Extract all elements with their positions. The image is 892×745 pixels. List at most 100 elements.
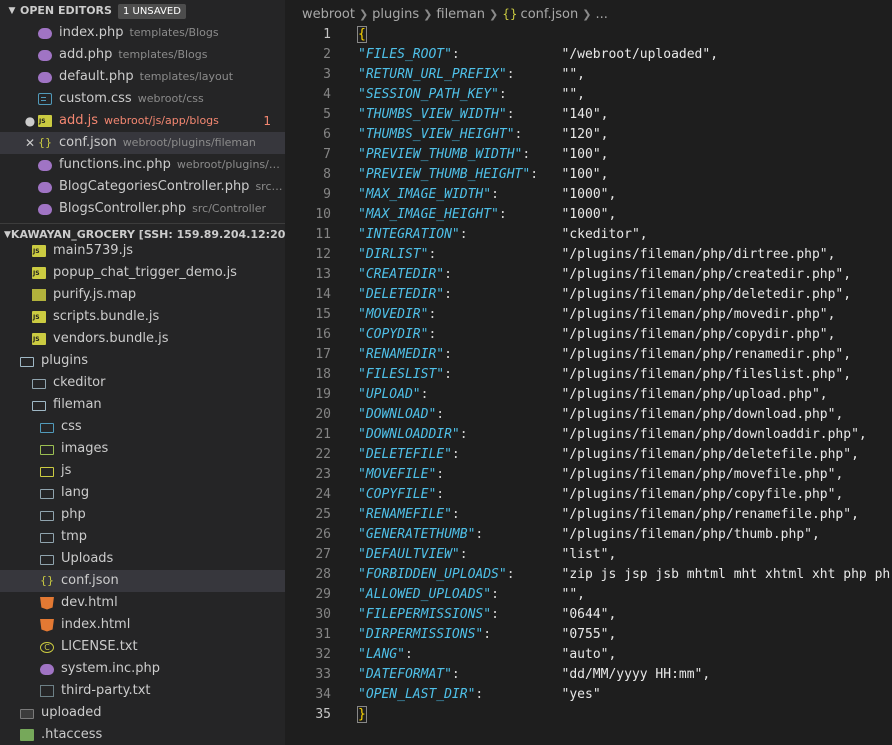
htaccess-icon bbox=[20, 729, 34, 741]
json-key: "COPYDIR" bbox=[358, 327, 429, 342]
code-text: "MAX_IMAGE_WIDTH": "1000", bbox=[358, 185, 616, 205]
json-key: "THUMBS_VIEW_WIDTH" bbox=[358, 107, 507, 122]
tree-file[interactable]: index.html bbox=[0, 614, 285, 636]
breadcrumb-segment[interactable]: plugins bbox=[372, 7, 419, 22]
php-icon bbox=[38, 204, 52, 215]
json-key: "LANG" bbox=[358, 647, 405, 662]
tree-folder[interactable]: uploaded bbox=[0, 702, 285, 724]
line-number: 27 bbox=[315, 547, 331, 562]
tree-folder[interactable]: tmp bbox=[0, 526, 285, 548]
colon: : bbox=[491, 587, 499, 602]
json-value: "/plugins/fileman/php/movedir.php", bbox=[561, 307, 836, 322]
tree-file[interactable]: third-party.txt bbox=[0, 680, 285, 702]
tree-item-label: uploaded bbox=[41, 705, 102, 720]
chevron-right-icon: ❯ bbox=[423, 8, 433, 21]
tree-file[interactable]: scripts.bundle.js bbox=[0, 306, 285, 328]
html-file-icon bbox=[40, 618, 54, 632]
breadcrumb-segment[interactable]: webroot bbox=[302, 7, 355, 22]
colon: : bbox=[530, 167, 539, 182]
json-file-icon: {} bbox=[40, 574, 54, 587]
open-editor-path: webroot/plugins/fileman bbox=[122, 136, 256, 149]
open-editor-item[interactable]: index.php templates/Blogs bbox=[0, 22, 285, 44]
json-key: "MOVEDIR" bbox=[358, 307, 429, 322]
line-number: 3 bbox=[323, 67, 331, 82]
open-editor-item[interactable]: BlogCategoriesController.php src/Con... bbox=[0, 176, 285, 198]
tree-item-label: plugins bbox=[41, 353, 88, 368]
json-value: "/plugins/fileman/php/renamedir.php", bbox=[561, 347, 852, 362]
code-line: 7 "PREVIEW_THUMB_WIDTH": "100", bbox=[285, 145, 892, 165]
breadcrumb-more[interactable]: ... bbox=[595, 7, 607, 22]
code-text: "SESSION_PATH_KEY": "", bbox=[358, 85, 585, 105]
colon: : bbox=[475, 687, 484, 702]
tree-item-label: main5739.js bbox=[53, 243, 134, 258]
colon: : bbox=[436, 487, 445, 502]
open-editors-header[interactable]: ▼ OPEN EDITORS 1 UNSAVED bbox=[0, 0, 285, 22]
tree-file[interactable]: C LICENSE.txt bbox=[0, 636, 285, 658]
breadcrumb-segment[interactable]: fileman bbox=[436, 7, 485, 22]
open-editor-item[interactable]: BlogsController.php src/Controller bbox=[0, 198, 285, 220]
json-key: "FILEPERMISSIONS" bbox=[358, 607, 492, 622]
tree-folder[interactable]: fileman bbox=[0, 394, 285, 416]
code-line: 2 "FILES_ROOT": "/webroot/uploaded", bbox=[285, 45, 892, 65]
tree-file[interactable]: .htaccess bbox=[0, 724, 285, 745]
code-text: "COPYDIR": "/plugins/fileman/php/copydir… bbox=[358, 325, 835, 345]
folder-icon bbox=[40, 555, 54, 565]
tree-folder[interactable]: plugins bbox=[0, 350, 285, 372]
json-key: "CREATEDIR" bbox=[358, 267, 445, 282]
code-text: "FILESLIST": "/plugins/fileman/php/files… bbox=[358, 365, 851, 385]
unsaved-dot-icon: ● bbox=[24, 114, 36, 128]
open-editor-item[interactable]: add.php templates/Blogs bbox=[0, 44, 285, 66]
tree-file[interactable]: purify.js.map bbox=[0, 284, 285, 306]
tree-file[interactable]: {} conf.json bbox=[0, 570, 285, 592]
tree-file[interactable]: vendors.bundle.js bbox=[0, 328, 285, 350]
code-line: 33 "DATEFORMAT": "dd/MM/yyyy HH:mm", bbox=[285, 665, 892, 685]
code-area[interactable]: 1{2 "FILES_ROOT": "/webroot/uploaded", 3 "R… bbox=[285, 25, 892, 725]
code-text: "GENERATETHUMB": "/plugins/fileman/php/t… bbox=[358, 525, 820, 545]
tree-file[interactable]: system.inc.php bbox=[0, 658, 285, 680]
tree-folder[interactable]: Uploads bbox=[0, 548, 285, 570]
tree-file[interactable]: main5739.js bbox=[0, 240, 285, 262]
json-key: "MAX_IMAGE_WIDTH" bbox=[358, 187, 492, 202]
colon: : bbox=[451, 447, 460, 462]
tree-folder[interactable]: lang bbox=[0, 482, 285, 504]
open-editor-item[interactable]: custom.css webroot/css bbox=[0, 88, 285, 110]
json-key: "RENAMEDIR" bbox=[358, 347, 445, 362]
json-key: "DELETEDIR" bbox=[358, 287, 445, 302]
json-value: "/plugins/fileman/php/renamefile.php", bbox=[561, 507, 859, 522]
colon: : bbox=[428, 247, 437, 262]
code-line: 20 "DOWNLOAD": "/plugins/fileman/php/down… bbox=[285, 405, 892, 425]
map-file-icon bbox=[32, 289, 46, 301]
json-key: "MAX_IMAGE_HEIGHT" bbox=[358, 207, 499, 222]
json-key: "DIRLIST" bbox=[358, 247, 429, 262]
line-number: 26 bbox=[315, 527, 331, 542]
open-editor-item[interactable]: ✕{} conf.json webroot/plugins/fileman bbox=[0, 132, 285, 154]
tree-folder[interactable]: css bbox=[0, 416, 285, 438]
code-line: 14 "DELETEDIR": "/plugins/fileman/php/del… bbox=[285, 285, 892, 305]
code-text: "MOVEDIR": "/plugins/fileman/php/movedir… bbox=[358, 305, 835, 325]
line-number: 22 bbox=[315, 447, 331, 462]
code-text: "FILES_ROOT": "/webroot/uploaded", bbox=[358, 45, 718, 65]
tree-file[interactable]: popup_chat_trigger_demo.js bbox=[0, 262, 285, 284]
open-editor-item[interactable]: functions.inc.php webroot/plugins/file... bbox=[0, 154, 285, 176]
open-editor-item[interactable]: ● add.js webroot/js/app/blogs 1 bbox=[0, 110, 285, 132]
code-text: "FILEPERMISSIONS": "0644", bbox=[358, 605, 616, 625]
breadcrumb-file[interactable]: conf.json bbox=[521, 7, 579, 22]
tree-folder[interactable]: php bbox=[0, 504, 285, 526]
code-line: 6 "THUMBS_VIEW_HEIGHT": "120", bbox=[285, 125, 892, 145]
open-editor-item[interactable]: default.php templates/layout bbox=[0, 66, 285, 88]
folder-icon bbox=[20, 709, 34, 719]
tree-folder[interactable]: js bbox=[0, 460, 285, 482]
editor-pane: webroot ❯ plugins ❯ fileman ❯{} conf.json ❯... … bbox=[285, 0, 892, 745]
json-value: "0755", bbox=[561, 627, 617, 642]
tree-folder[interactable]: images bbox=[0, 438, 285, 460]
tree-folder[interactable]: ckeditor bbox=[0, 372, 285, 394]
line-number: 17 bbox=[315, 347, 331, 362]
colon: : bbox=[506, 107, 515, 122]
json-value: "/plugins/fileman/php/downloaddir.php", bbox=[561, 427, 867, 442]
json-key: "DIRPERMISSIONS" bbox=[358, 627, 484, 642]
json-value: "", bbox=[561, 67, 585, 82]
tree-file[interactable]: dev.html bbox=[0, 592, 285, 614]
open-editors-list: index.php templates/Blogs add.php templates… bbox=[0, 22, 285, 220]
code-text: "COPYFILE": "/plugins/fileman/php/copyfi… bbox=[358, 485, 843, 505]
close-icon[interactable]: ✕ bbox=[22, 132, 38, 154]
